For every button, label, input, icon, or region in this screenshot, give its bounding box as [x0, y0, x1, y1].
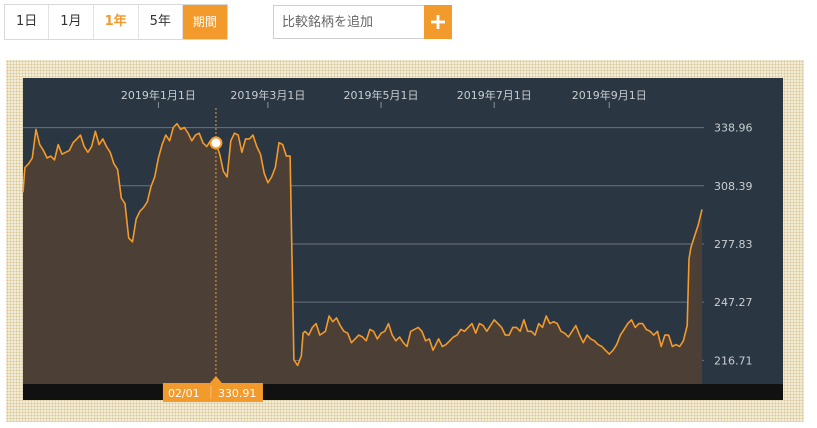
period-selector: 1日 1月 1年 5年 期間 — [4, 4, 228, 40]
plus-icon — [431, 15, 445, 29]
x-tick-label: 2019年9月1日 — [572, 88, 647, 102]
x-tick-label: 2019年3月1日 — [230, 88, 305, 102]
add-symbol-button[interactable] — [424, 5, 452, 39]
compare-symbol-input[interactable] — [273, 5, 424, 39]
cursor-date-label: 02/01 — [168, 387, 200, 400]
x-tick-label: 2019年5月1日 — [344, 88, 419, 102]
y-tick-label: 277.83 — [714, 238, 753, 251]
y-tick-label: 338.96 — [714, 122, 753, 135]
y-tick-label: 247.27 — [714, 296, 753, 309]
range-1d-button[interactable]: 1日 — [5, 5, 50, 39]
timeline-bar — [23, 384, 783, 400]
x-tick-label: 2019年1月1日 — [121, 88, 196, 102]
add-symbol-form — [273, 5, 452, 39]
y-tick-label: 216.71 — [714, 354, 753, 367]
cursor-dot — [209, 136, 223, 150]
cursor-value-label: 330.91 — [218, 387, 256, 400]
range-custom-button[interactable]: 期間 — [182, 5, 227, 39]
x-tick-label: 2019年7月1日 — [457, 88, 532, 102]
range-1y-button[interactable]: 1年 — [94, 5, 139, 39]
y-tick-label: 308.39 — [714, 180, 753, 193]
price-chart[interactable]: 2019年1月1日 2019年3月1日 2019年5月1日 2019年7月1日 2019… — [6, 60, 804, 422]
range-5y-button[interactable]: 5年 — [139, 5, 183, 39]
chart-frame: 2019年1月1日 2019年3月1日 2019年5月1日 2019年7月1日 2019… — [6, 60, 804, 422]
range-1m-button[interactable]: 1月 — [49, 5, 94, 39]
